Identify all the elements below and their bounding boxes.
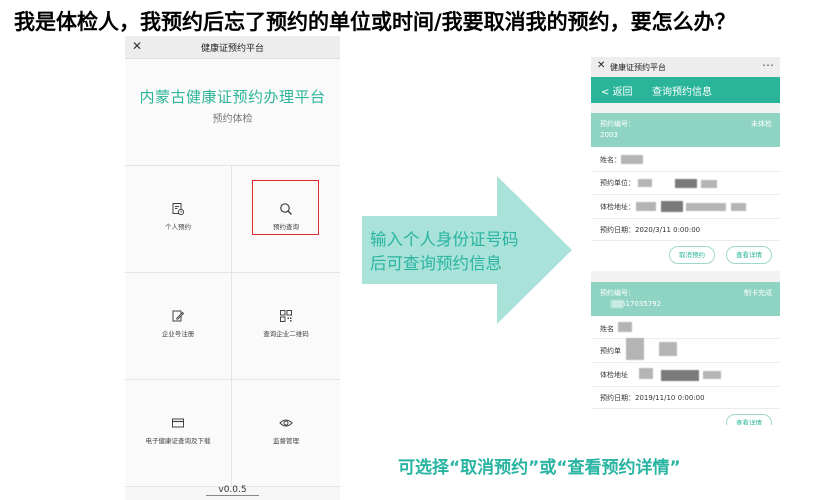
close-icon[interactable]: ✕ [597,60,605,71]
address-label: 体检地址 [600,371,628,379]
date-row: 预约日期：2019/11/10 0:00:00 [600,394,705,402]
arrow-caption-line-1: 输入个人身份证号码 [370,230,519,249]
window-title-bar: ✕ 健康证预约平台 ⋯ [591,57,780,77]
date-row: 预约日期：2020/3/11 0:00:00 [600,226,701,234]
tile-company-qrcode[interactable]: 查询企业二维码 [232,273,340,380]
tile-company-register[interactable]: 企业号注册 [125,273,232,380]
platform-subtitle: 预约体检 [212,114,253,125]
back-label: 返回 [612,87,633,98]
redacted-unit [626,338,644,360]
tile-label: 查询企业二维码 [263,330,309,338]
unit-label: 预约单位： [600,179,635,187]
nav-title: 查询预约信息 [652,87,712,98]
booking-number-label: 预约编号： [600,289,635,297]
card-header: 预约编号： 未体检 2003 [591,113,780,147]
redacted-address [636,202,656,211]
view-details-button[interactable]: 查看详情 [726,246,772,264]
arrow-caption: 输入个人身份证号码 后可查询预约信息 [370,228,519,276]
right-phone-screen: ✕ 健康证预约平台 ⋯ < 返回 查询预约信息 预约编号： 未体检 2003 姓… [591,57,780,425]
window-title: 健康证预约平台 [610,63,666,72]
tile-label: 监督管理 [273,437,299,445]
address-label: 体检地址： [600,203,635,211]
name-label: 姓名： [600,156,621,164]
left-phone-screen: ✕ 健康证预约平台 内蒙古健康证预约办理平台 预约体检 个人预约 预约查询 企业… [125,36,340,500]
booking-number-value: 517035792 [621,300,662,308]
booking-card: 预约编号： 制卡完成 517035792 姓名 预约单 体检地址 预约日期：20… [591,282,780,425]
unit-label: 预约单 [600,347,621,355]
arrow-caption-line-2: 后可查询预约信息 [370,254,502,273]
platform-header: 内蒙古健康证预约办理平台 预约体检 [125,59,340,166]
tile-supervision[interactable]: 监督管理 [232,380,340,487]
booking-card: 预约编号： 未体检 2003 姓名： 预约单位： 体检地址： 预约日期：2020… [591,113,780,271]
tile-booking-query[interactable]: 预约查询 [232,166,340,273]
card-header: 预约编号： 制卡完成 517035792 [591,282,780,316]
booking-number-value: 2003 [600,131,618,139]
name-label: 姓名 [600,325,614,333]
bottom-caption: 可选择“取消预约”或“查看预约详情” [398,458,681,478]
eye-icon [232,415,340,431]
window-title: 健康证预约平台 [200,44,264,54]
tile-label: 企业号注册 [161,330,195,338]
redacted-name [621,155,643,164]
edit-doc-icon [125,308,231,324]
calendar-clock-icon [125,201,231,217]
platform-title: 内蒙古健康证预约办理平台 [139,88,326,106]
qr-code-icon [232,308,340,324]
view-details-button[interactable]: 查看详情 [726,414,772,425]
window-title-bar: ✕ 健康证预约平台 [125,36,340,59]
redacted-name [618,322,632,332]
status-badge: 未体检 [751,120,772,128]
menu-grid: 个人预约 预约查询 企业号注册 查询企业二维码 电子健康证查询及下载 监督管理 [125,166,340,487]
more-icon[interactable]: ⋯ [762,58,774,72]
tile-label: 电子健康证查询及下载 [145,437,211,445]
status-badge: 制卡完成 [744,289,772,297]
cancel-booking-button[interactable]: 取消预约 [669,246,715,264]
search-icon [232,201,340,217]
tile-label: 预约查询 [273,223,299,231]
booking-number-label: 预约编号： [600,120,635,128]
back-button[interactable]: < 返回 [601,83,633,98]
version-label: v0.0.5 [125,485,340,496]
redacted-address [639,368,653,379]
tile-e-certificate[interactable]: 电子健康证查询及下载 [125,380,232,487]
nav-bar: < 返回 查询预约信息 [591,77,780,103]
tile-personal-booking[interactable]: 个人预约 [125,166,232,273]
page-headline: 我是体检人，我预约后忘了预约的单位或时间/我要取消我的预约，要怎么办？ [14,10,736,34]
redacted-unit [638,179,652,187]
card-icon [125,415,231,431]
tile-label: 个人预约 [165,223,191,231]
